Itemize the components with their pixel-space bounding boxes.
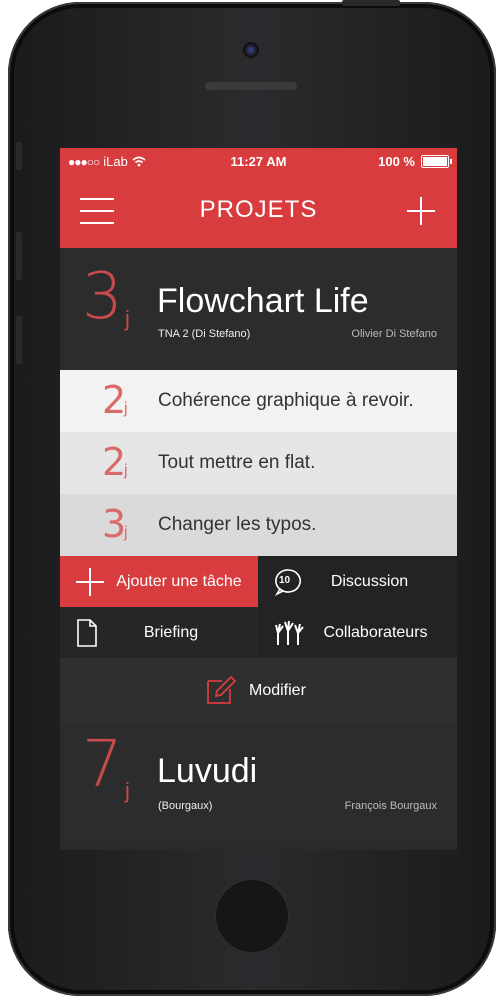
edit-icon — [207, 675, 236, 704]
task-days: 2 — [102, 378, 127, 422]
project-subtitle: TNA 2 (Di Stefano) — [158, 328, 251, 340]
battery-icon — [421, 155, 452, 168]
discussion-button[interactable]: 10 Discussion — [258, 556, 457, 607]
task-label: Tout mettre en flat. — [158, 452, 316, 473]
home-button[interactable] — [214, 878, 290, 954]
add-task-button[interactable]: Ajouter une tâche — [60, 556, 258, 607]
add-task-label: Ajouter une tâche — [116, 572, 242, 590]
project-days: 7 — [82, 728, 123, 802]
task-days-unit: j — [124, 400, 128, 417]
project-days: 3 — [82, 260, 123, 334]
status-bar: ●●●○○ iLab 11:27 AM 100 % — [60, 148, 457, 174]
task-days: 2 — [102, 440, 127, 484]
project-card[interactable]: 3 j Flowchart Life TNA 2 (Di Stefano) Ol… — [60, 248, 457, 370]
nav-bar: PROJETS — [60, 174, 457, 248]
collaborators-label: Collaborateurs — [323, 623, 428, 641]
add-project-icon[interactable] — [407, 197, 435, 225]
briefing-button[interactable]: Briefing — [60, 607, 258, 658]
volume-down-button — [16, 316, 22, 364]
task-days: 3 — [102, 502, 127, 546]
project-days-unit: j — [125, 306, 130, 331]
mute-switch — [16, 142, 22, 170]
project-title: Luvudi — [157, 752, 258, 790]
project-subtitle: (Bourgaux) — [158, 800, 213, 812]
task-item[interactable]: 2 j Tout mettre en flat. — [60, 432, 457, 494]
task-label: Cohérence graphique à revoir. — [158, 390, 414, 411]
project-owner: François Bourgaux — [344, 800, 437, 812]
collaborators-button[interactable]: Collaborateurs — [258, 607, 457, 658]
project-owner: Olivier Di Stefano — [351, 328, 437, 340]
project-card[interactable]: 7 j Luvudi (Bourgaux) François Bourgaux — [60, 722, 457, 846]
task-item[interactable]: 3 j Changer les typos. — [60, 494, 457, 556]
briefing-label: Briefing — [143, 623, 199, 641]
task-days-unit: j — [124, 462, 128, 479]
discussion-label: Discussion — [330, 572, 409, 590]
volume-up-button — [16, 232, 22, 280]
page-title: PROJETS — [199, 196, 318, 223]
battery-percent: 100 % — [378, 154, 415, 169]
app-screen: ●●●○○ iLab 11:27 AM 100 % PROJETS 3 j Fl… — [60, 148, 457, 850]
modify-button[interactable]: Modifier — [60, 658, 457, 722]
modify-label: Modifier — [249, 682, 306, 699]
project-days-unit: j — [125, 778, 130, 803]
task-item[interactable]: 2 j Cohérence graphique à revoir. — [60, 370, 457, 432]
task-label: Changer les typos. — [158, 514, 317, 535]
project-title: Flowchart Life — [157, 282, 369, 320]
earpiece-speaker — [205, 82, 297, 90]
power-button — [342, 0, 400, 6]
front-camera — [243, 42, 259, 58]
task-days-unit: j — [124, 524, 128, 541]
battery-info: 100 % — [378, 154, 452, 169]
project-actions: Ajouter une tâche 10 Discussion Briefing… — [60, 556, 457, 658]
